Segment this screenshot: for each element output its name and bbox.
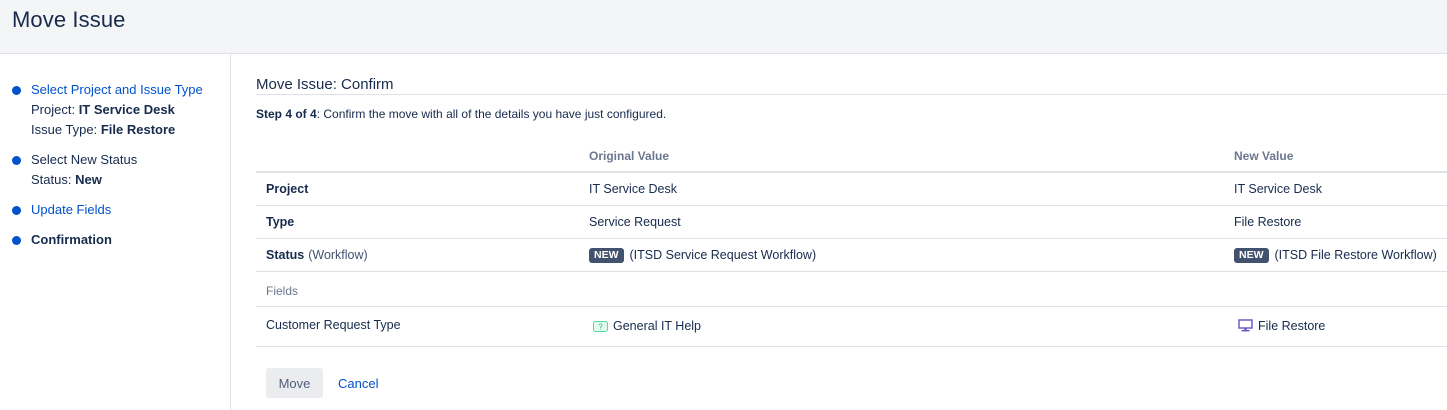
step-bullet	[12, 86, 21, 95]
row-divider	[256, 238, 1447, 239]
fields-section-heading: Fields	[266, 284, 299, 298]
project-original-value: IT Service Desk	[589, 182, 677, 196]
customer-request-type-original: ? General IT Help	[593, 318, 701, 336]
original-workflow-name: (ITSD Service Request Workflow)	[629, 248, 817, 262]
status-lozenge-original: NEW	[589, 248, 624, 263]
column-header-original: Original Value	[589, 149, 670, 163]
row-divider	[256, 205, 1447, 206]
row-label-status: Status (Workflow)	[266, 248, 368, 262]
main-content: Move Issue: Confirm Step 4 of 4: Confirm…	[256, 54, 1447, 410]
status-lozenge-new: NEW	[1234, 248, 1269, 263]
row-label-customer-request-type: Customer Request Type	[266, 318, 401, 332]
step-update-fields-link[interactable]: Update Fields	[31, 201, 111, 219]
step-select-status-label: Select New Status	[31, 152, 138, 167]
step-bullet	[12, 236, 21, 245]
wizard-sidebar: Select Project and Issue Type Project: I…	[0, 54, 231, 410]
svg-text:?: ?	[598, 323, 603, 332]
status-original-value: NEW (ITSD Service Request Workflow)	[589, 247, 816, 263]
monitor-icon	[1238, 319, 1253, 336]
page-title: Move Issue	[12, 7, 126, 32]
help-ticket-icon: ?	[593, 320, 608, 336]
status-new-value: NEW (ITSD File Restore Workflow)	[1234, 247, 1437, 263]
cancel-link[interactable]: Cancel	[338, 376, 378, 391]
row-divider	[256, 271, 1447, 272]
step-confirmation-label: Confirmation	[31, 232, 112, 247]
project-new-value: IT Service Desk	[1234, 182, 1322, 196]
move-button[interactable]: Move	[266, 368, 323, 398]
step-bullet	[12, 156, 21, 165]
title-divider	[256, 94, 1447, 95]
customer-request-type-new: File Restore	[1238, 318, 1325, 336]
row-divider	[256, 346, 1447, 347]
step-status-detail: Status: New	[31, 172, 102, 187]
new-workflow-name: (ITSD File Restore Workflow)	[1274, 248, 1437, 262]
page-header: Move Issue	[0, 0, 1447, 54]
workflow-note: (Workflow)	[308, 248, 368, 262]
section-title: Move Issue: Confirm	[256, 76, 394, 93]
column-header-new: New Value	[1234, 149, 1294, 163]
step-issue-type-detail: Issue Type: File Restore	[31, 122, 176, 137]
row-label-type: Type	[266, 215, 295, 229]
table-header-divider	[256, 171, 1447, 173]
row-label-project: Project	[266, 182, 309, 196]
step-project-detail: Project: IT Service Desk	[31, 102, 175, 117]
step-select-project-link[interactable]: Select Project and Issue Type	[31, 81, 203, 99]
step-bullet	[12, 206, 21, 215]
step-description: Step 4 of 4: Confirm the move with all o…	[256, 107, 667, 121]
type-original-value: Service Request	[589, 215, 681, 229]
type-new-value: File Restore	[1234, 215, 1302, 229]
row-divider	[256, 306, 1447, 307]
